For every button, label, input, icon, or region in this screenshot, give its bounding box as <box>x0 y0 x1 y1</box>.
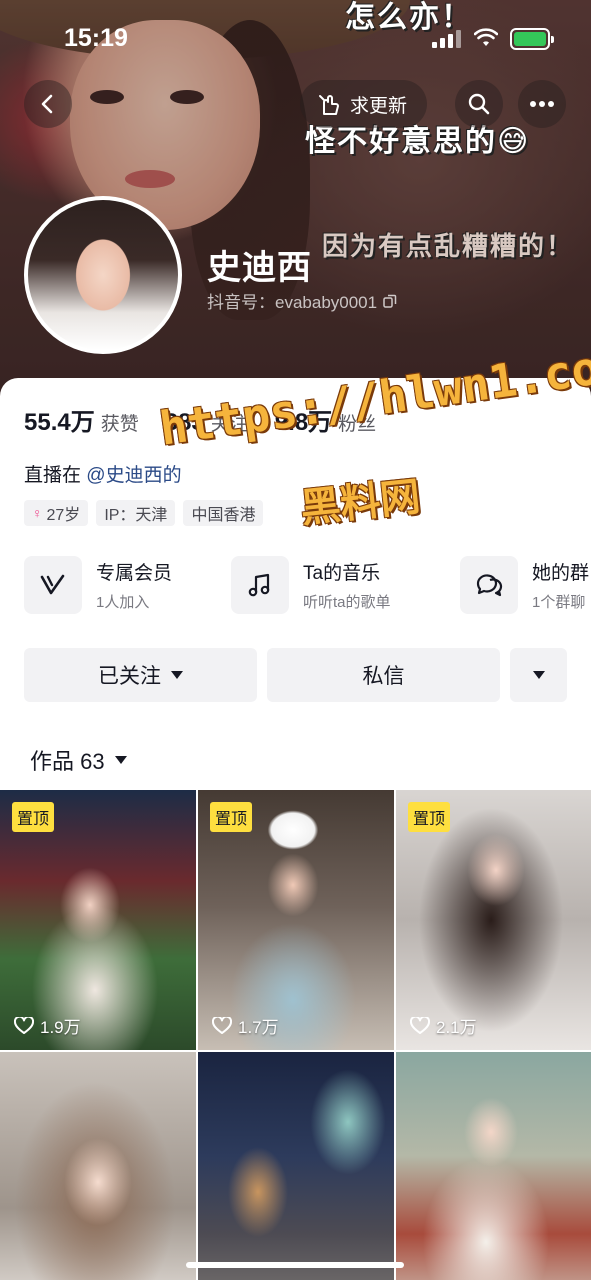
video-tile[interactable]: 置顶 1.7万 <box>198 790 394 1050</box>
pinned-badge: 置顶 <box>408 802 451 832</box>
bio: 直播在 @史迪西的 <box>24 460 182 487</box>
video-likes-count: 2.1万 <box>436 1018 477 1037</box>
feature-music-sub: 听听ta的歌单 <box>303 594 391 611</box>
copy-icon[interactable] <box>383 294 397 308</box>
feature-row: 专属会员 1人加入 Ta的音乐 听听ta的歌单 她的群 1个群聊 <box>24 556 591 618</box>
recommend-dropdown-button[interactable] <box>510 648 567 702</box>
heart-icon <box>14 1016 34 1034</box>
profile-name: 史迪西 <box>207 249 312 287</box>
music-note-icon <box>231 556 289 614</box>
vip-v-icon <box>24 556 82 614</box>
profile-card: 55.4万 获赞 383 关注 9.8万 粉丝 直播在 @史迪西的 ♀ 27岁 … <box>0 378 591 1280</box>
wifi-icon <box>474 28 498 46</box>
caret-down-icon <box>532 671 545 679</box>
caret-down-icon <box>171 671 183 679</box>
works-tab-label: 作品 63 <box>30 749 105 774</box>
status-bar: 15:19 <box>0 0 591 80</box>
feature-music[interactable]: Ta的音乐 听听ta的歌单 <box>231 556 391 614</box>
douyin-id[interactable]: 抖音号：evababy0001 <box>207 288 397 313</box>
bio-mention-link[interactable]: @史迪西的 <box>86 465 181 486</box>
caret-down-icon <box>114 756 127 764</box>
video-likes: 1.7万 <box>212 1013 279 1038</box>
search-button[interactable] <box>455 80 503 128</box>
message-label: 私信 <box>362 665 405 688</box>
profile-tags: ♀ 27岁 IP：天津 中国香港 <box>24 500 264 526</box>
video-tile[interactable] <box>0 1052 196 1280</box>
video-tile[interactable]: 置顶 2.1万 <box>396 790 591 1050</box>
action-row: 已关注 私信 <box>24 648 567 702</box>
feature-vip[interactable]: 专属会员 1人加入 <box>24 556 172 614</box>
more-dots-icon <box>530 101 554 107</box>
heart-icon <box>410 1016 430 1034</box>
pinned-badge: 置顶 <box>12 802 55 832</box>
video-tile[interactable] <box>396 1052 591 1280</box>
video-likes: 1.9万 <box>14 1013 81 1038</box>
video-tile[interactable] <box>198 1052 394 1280</box>
feature-group-sub: 1个群聊 <box>532 594 586 611</box>
feature-group-title: 她的群 <box>532 563 590 584</box>
stat-likes-label: 获赞 <box>100 414 139 435</box>
feature-group[interactable]: 她的群 1个群聊 <box>460 556 589 614</box>
message-button[interactable]: 私信 <box>267 648 500 702</box>
chevron-left-icon <box>41 94 53 114</box>
search-icon <box>468 93 490 115</box>
hand-point-icon <box>319 95 339 115</box>
tag-region: 中国香港 <box>183 500 264 526</box>
status-time: 15:19 <box>64 24 128 52</box>
heart-icon <box>212 1016 232 1034</box>
banner-caption-low: 因为有点乱糟糟的！ <box>322 231 575 261</box>
video-likes-count: 1.9万 <box>40 1018 81 1037</box>
battery-icon <box>510 28 554 50</box>
video-tile[interactable]: 置顶 1.9万 <box>0 790 196 1050</box>
female-icon: ♀ <box>32 505 43 521</box>
request-update-button[interactable]: 求更新 <box>300 80 428 128</box>
stat-likes[interactable]: 55.4万 获赞 <box>24 402 139 437</box>
home-indicator <box>186 1262 404 1268</box>
feature-vip-sub: 1人加入 <box>96 594 150 611</box>
bio-prefix: 直播在 <box>24 465 87 486</box>
tag-ip: IP：天津 <box>96 500 176 526</box>
feature-music-title: Ta的音乐 <box>303 563 381 584</box>
tag-age-label: 27岁 <box>46 507 81 524</box>
stat-likes-count: 55.4万 <box>24 409 95 436</box>
more-button[interactable] <box>518 80 566 128</box>
followed-button[interactable]: 已关注 <box>24 648 257 702</box>
tag-age: ♀ 27岁 <box>24 500 89 526</box>
video-likes-count: 1.7万 <box>238 1018 279 1037</box>
request-update-label: 求更新 <box>350 95 408 117</box>
pinned-badge: 置顶 <box>210 802 253 832</box>
cellular-signal-icon <box>432 30 462 48</box>
video-likes: 2.1万 <box>410 1013 477 1038</box>
chat-group-icon <box>460 556 518 614</box>
back-button[interactable] <box>24 80 72 128</box>
feature-vip-title: 专属会员 <box>96 563 173 584</box>
douyin-id-text: 抖音号：evababy0001 <box>207 293 378 312</box>
followed-label: 已关注 <box>98 665 161 688</box>
works-tab[interactable]: 作品 63 <box>30 744 127 776</box>
avatar[interactable] <box>24 196 182 354</box>
